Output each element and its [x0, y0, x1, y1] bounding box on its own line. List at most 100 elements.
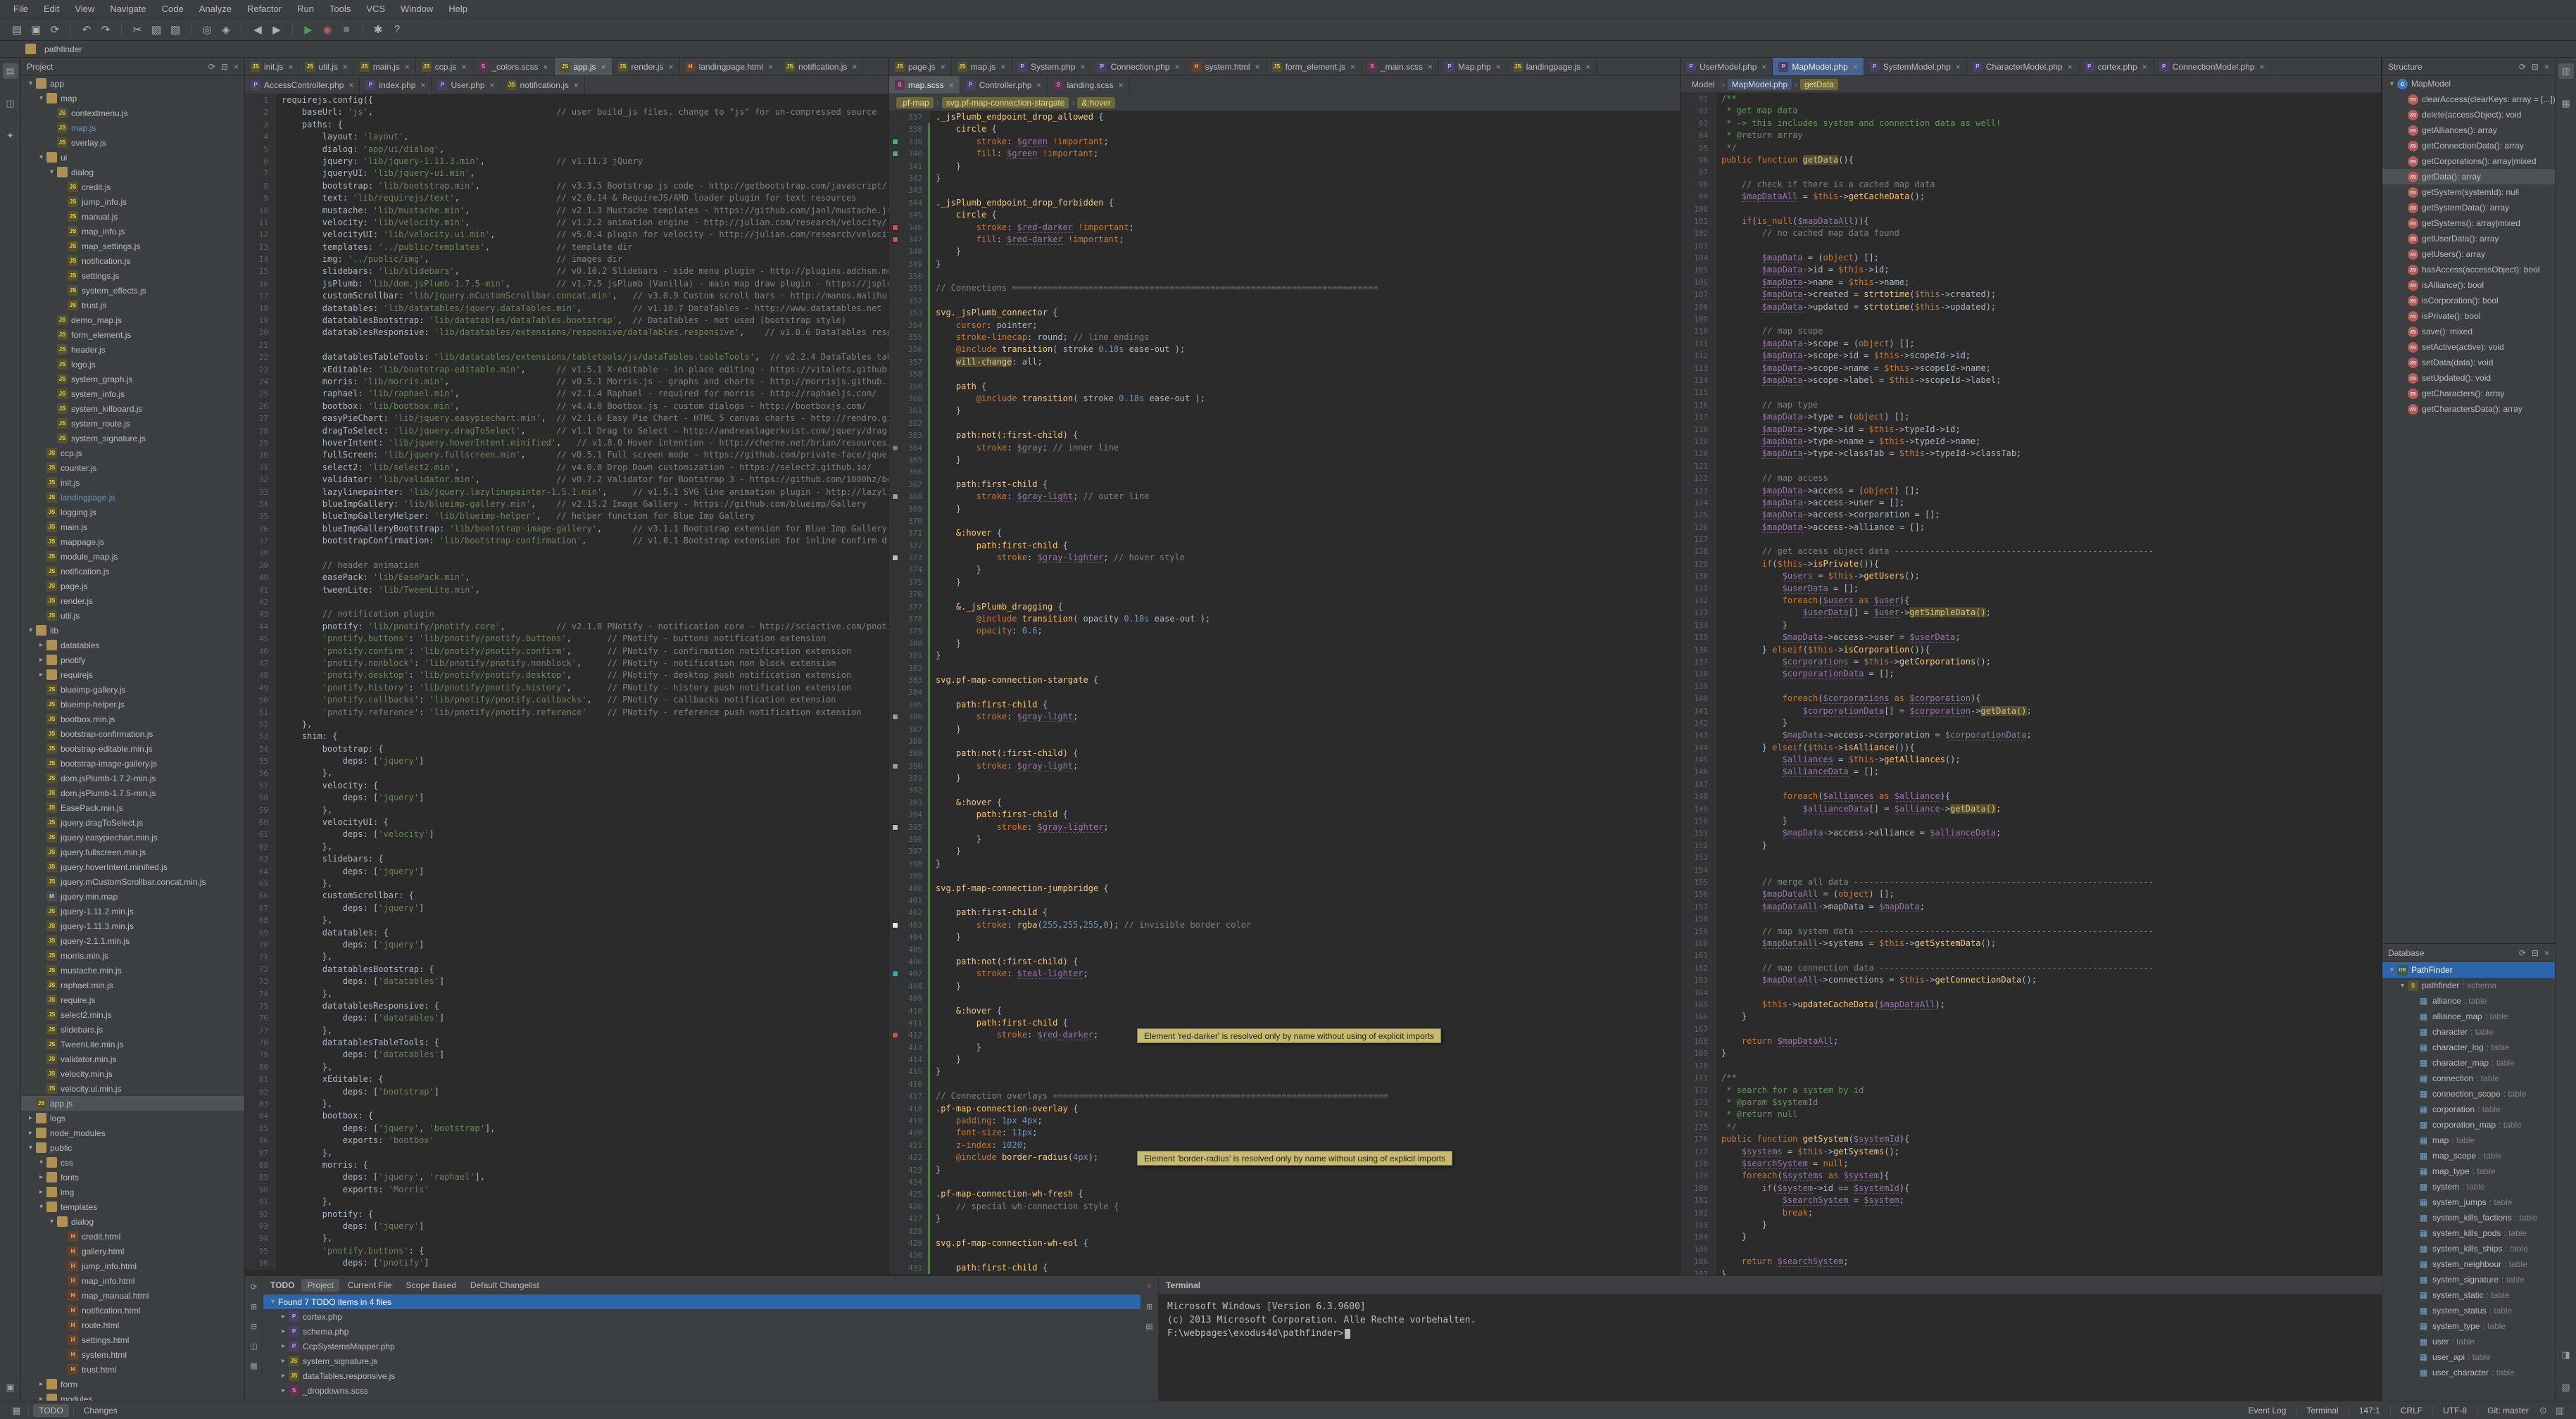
tree-item[interactable]: JSinit.js [21, 475, 244, 490]
code-line[interactable]: 142 } [1680, 717, 2381, 729]
code-line[interactable]: 108 $mapData->updated = strtotime($this-… [1680, 301, 2381, 313]
database-item[interactable]: ▦system_status: table [2382, 1303, 2555, 1318]
code-line[interactable]: 346 stroke: $red-darker !important; [889, 222, 1680, 234]
code-line[interactable]: 184 } [1680, 1231, 2381, 1243]
replace-icon[interactable]: ◈ [218, 21, 234, 38]
tree-item[interactable]: JSapp.js [21, 1096, 244, 1111]
close-icon[interactable]: × [1143, 1280, 1156, 1293]
tab-close-icon[interactable]: × [288, 62, 293, 72]
tree-item[interactable]: JSjquery.mCustomScrollbar.concat.min.js [21, 874, 244, 889]
tree-item[interactable]: JSnotification.js [21, 253, 244, 268]
code-line[interactable]: 397 } [889, 845, 1680, 857]
code-line[interactable]: 38 [245, 547, 888, 559]
editor-tab[interactable]: PMap.php× [1439, 58, 1507, 75]
tree-item[interactable]: ▸node_modules [21, 1125, 244, 1140]
editor-tab[interactable]: JSnotification.js× [501, 76, 585, 94]
code-line[interactable]: 382 [889, 662, 1680, 674]
code-line[interactable]: 23 xEditable: 'lib/bootstrap-editable.mi… [245, 364, 888, 376]
chevron-collapsed-icon[interactable]: ▸ [278, 1327, 289, 1335]
code-line[interactable]: 365 } [889, 454, 1680, 466]
tree-item[interactable]: ▾ui [21, 150, 244, 165]
code-line[interactable]: 109 [1680, 313, 2381, 325]
structure-toolbar-icon-2[interactable]: × [2544, 62, 2549, 72]
filter-icon[interactable]: ◫ [248, 1339, 260, 1352]
code-line[interactable]: 166 } [1680, 1011, 2381, 1023]
code-line[interactable]: 187} [1680, 1268, 2381, 1276]
editor-tab[interactable]: Hsystem.html× [1186, 58, 1267, 75]
code-line[interactable]: 114 $mapData->scope->label = $this->scop… [1680, 374, 2381, 386]
code-line[interactable]: 415} [889, 1066, 1680, 1078]
code-line[interactable]: 71 }, [245, 951, 888, 963]
todo-toolwindow-button[interactable]: ▣ [3, 1380, 18, 1395]
code-line[interactable]: 158 [1680, 913, 2381, 925]
chevron-collapsed-icon[interactable]: ▸ [278, 1372, 289, 1380]
code-line[interactable]: 128 // get access object data ----------… [1680, 545, 2381, 557]
code-line[interactable]: 388 [889, 736, 1680, 748]
tab-close-icon[interactable]: × [1118, 80, 1123, 90]
tree-item[interactable]: ▸modules [21, 1392, 244, 1401]
sync-icon[interactable]: ⟳ [46, 21, 63, 38]
code-line[interactable]: 9 text: 'lib/requirejs/text', // v2.0.14… [245, 192, 888, 204]
code-line[interactable]: 18 datatables: 'lib/datatables/jquery.da… [245, 303, 888, 315]
structure-item[interactable]: mgetCharactersData(): array [2382, 401, 2555, 417]
code-line[interactable]: 384 [889, 686, 1680, 698]
code-line[interactable]: 86 exports: 'bootbox' [245, 1135, 888, 1147]
cut-icon[interactable]: ✂ [129, 21, 146, 38]
database-toolbar-icon-0[interactable]: ⟳ [2519, 948, 2526, 958]
code-line[interactable]: 43 // notification plugin [245, 608, 888, 620]
breadcrumb-chip[interactable]: .pf-map [896, 97, 934, 108]
tree-item[interactable]: JSoverlay.js [21, 135, 244, 150]
editor-tab[interactable]: JSmap.js× [952, 58, 1012, 75]
tree-item[interactable]: JSmodule_map.js [21, 549, 244, 564]
code-line[interactable]: 73 deps: ['datatables'] [245, 976, 888, 988]
editor-tab[interactable]: PSystemModel.php× [1864, 58, 1967, 75]
code-line[interactable]: 91/** [1680, 93, 2381, 105]
database-toolbar-icon-1[interactable]: ⊟ [2532, 948, 2539, 958]
collapse-all-icon[interactable]: ⊟ [248, 1320, 260, 1332]
code-line[interactable]: 396 } [889, 833, 1680, 845]
code-line[interactable]: 182 break; [1680, 1207, 2381, 1219]
code-line[interactable]: 417// Connection overlays ==============… [889, 1090, 1680, 1102]
tree-item[interactable]: Htrust.html [21, 1362, 244, 1377]
code-line[interactable]: 63 slidebars: { [245, 853, 888, 865]
code-line[interactable]: 174 * @return null [1680, 1109, 2381, 1121]
tab-close-icon[interactable]: × [1585, 62, 1590, 72]
editor-tab[interactable]: Pcortex.php× [2079, 58, 2154, 75]
code-line[interactable]: 95 */ [1680, 142, 2381, 154]
tree-item[interactable]: JSlogo.js [21, 357, 244, 372]
code-line[interactable]: 94 }, [245, 1232, 888, 1244]
tree-item[interactable]: ▾app [21, 76, 244, 91]
tab-close-icon[interactable]: × [1036, 80, 1041, 90]
database-item[interactable]: ▦map_scope: table [2382, 1148, 2555, 1163]
chevron-expanded-icon[interactable]: ▾ [2387, 966, 2397, 974]
code-line[interactable]: 79 deps: ['datatables'] [245, 1049, 888, 1061]
structure-item[interactable]: misCorporation(): bool [2382, 293, 2555, 308]
tree-item[interactable]: JSTweenLite.min.js [21, 1037, 244, 1052]
code-line[interactable]: 70 deps: ['jquery'] [245, 939, 888, 951]
code-line[interactable]: 360 @include transition( stroke 0.18s ea… [889, 393, 1680, 405]
code-line[interactable]: 347 fill: $red-darker !important; [889, 234, 1680, 246]
code-line[interactable]: 24 morris: 'lib/morris.min', // v0.5.1 M… [245, 376, 888, 388]
tree-item[interactable]: JSmorris.min.js [21, 948, 244, 963]
code-line[interactable]: 22 datatablesTableTools: 'lib/datatables… [245, 351, 888, 363]
menu-view[interactable]: View [67, 1, 102, 16]
tree-item[interactable]: Hgallery.html [21, 1244, 244, 1259]
tree-item[interactable]: ▾css [21, 1155, 244, 1170]
todo-item[interactable]: ▸JSdataTables.responsive.js [263, 1368, 1141, 1383]
tree-item[interactable]: JSvelocity.min.js [21, 1066, 244, 1081]
code-line[interactable]: 398} [889, 858, 1680, 870]
structure-item[interactable]: mgetConnectionData(): array [2382, 138, 2555, 153]
code-line[interactable]: 379 opacity: 0.6; [889, 625, 1680, 637]
code-line[interactable]: 25 raphael: 'lib/raphael.min', // v2.1.4… [245, 388, 888, 400]
structure-item[interactable]: mgetAlliances(): array [2382, 122, 2555, 138]
code-line[interactable]: 390 stroke: $gray-light; [889, 760, 1680, 772]
code-line[interactable]: 152 } [1680, 840, 2381, 852]
code-line[interactable]: 51 'pnotify.reference': 'lib/pnotify/pno… [245, 707, 888, 719]
tree-item[interactable]: ▾public [21, 1140, 244, 1155]
code-line[interactable]: 19 datatablesBootstrap: 'lib/datatables/… [245, 315, 888, 327]
tab-close-icon[interactable]: × [1428, 62, 1433, 72]
tree-item[interactable]: ▾dialog [21, 1214, 244, 1229]
code-line[interactable]: 125 $mapData->access->corporation = []; [1680, 509, 2381, 521]
code-line[interactable]: 120 $mapData->type->classTab = $this->ty… [1680, 448, 2381, 460]
code-line[interactable]: 3 paths: { [245, 119, 888, 131]
